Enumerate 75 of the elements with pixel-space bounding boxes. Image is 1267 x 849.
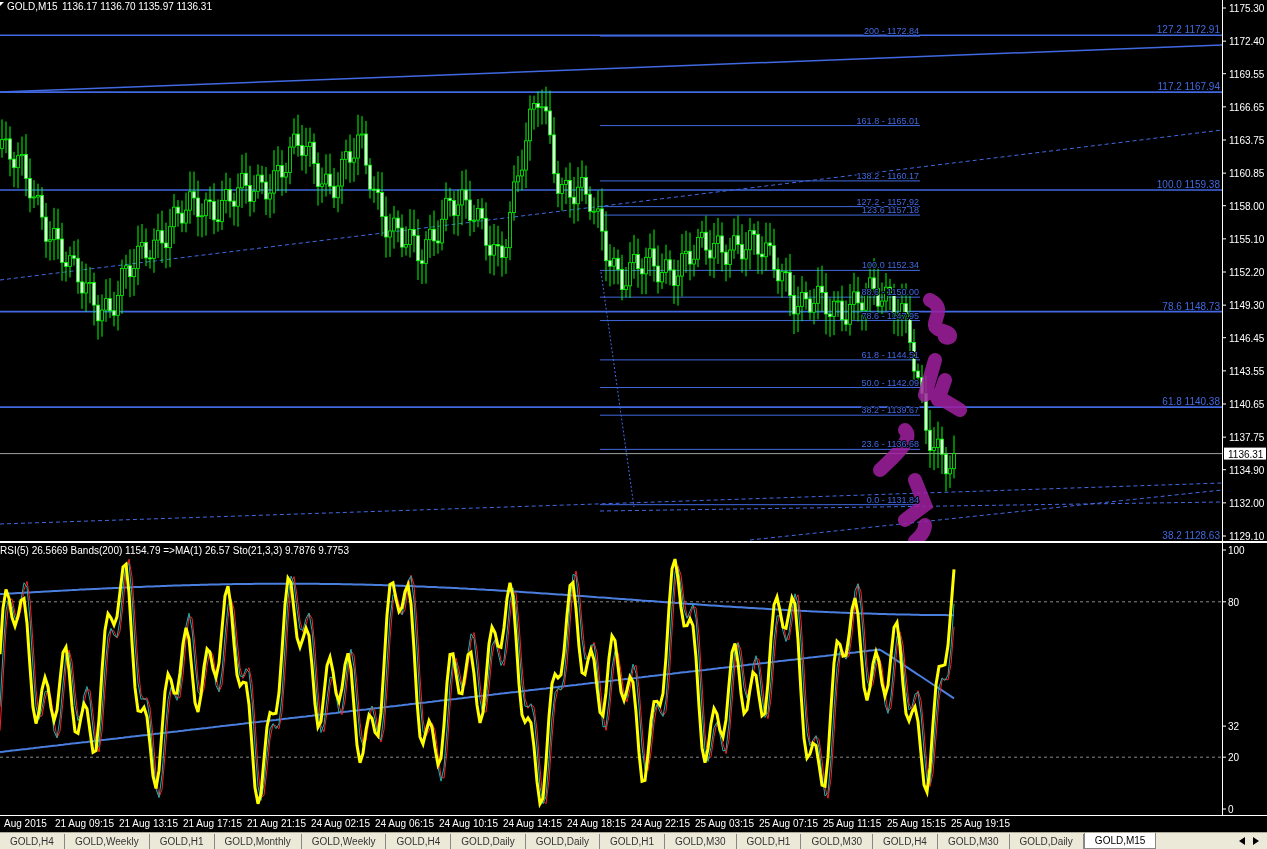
chart-tab[interactable]: GOLD,Monthly [214,834,302,849]
scroll-left-icon[interactable] [1239,837,1245,845]
chart-tab[interactable]: GOLD,Weekly [64,834,150,849]
level-label: 100.0 1159.38 [1156,178,1220,190]
chart-symbol: GOLD,M15 [7,1,58,12]
fibo-label: 38.2 - 1139.67 [861,405,919,416]
price-tick-label: 1160.85 [1229,168,1265,180]
fibo-label: 127.2 - 1157.92 [856,196,919,207]
price-tick-label: 1155.10 [1229,233,1265,245]
price-tick-label: 1158.00 [1229,200,1265,212]
time-tick-label: 21 Aug 17:15 [183,817,242,831]
chart-tab[interactable]: GOLD,Daily [1009,834,1084,849]
price-tick-label: 1129.10 [1229,531,1265,541]
time-tick-label: 24 Aug 06:15 [375,817,434,831]
time-tick-label: 24 Aug 22:15 [631,817,690,831]
time-tick-label: 21 Aug 13:15 [119,817,178,831]
price-tick-label: 1132.00 [1229,497,1265,509]
price-tick-label: 1149.30 [1229,300,1265,312]
chart-tab[interactable]: GOLD,H4 [873,834,938,849]
price-tick-label: 1143.55 [1229,365,1265,377]
time-tick-label: 25 Aug 15:15 [887,817,946,831]
indicator-legend: RSI(5) 26.5669 Bands(200) 1154.79 =>MA(1) 26.57 Sto(21,3,3) 9.7876 9.7753 [0,545,349,556]
price-tick-label: 1146.45 [1229,332,1265,344]
chart-tab[interactable]: GOLD,H1 [600,834,665,849]
time-tick-label: 21 Aug 09:15 [55,817,114,831]
price-tick-label: 1163.75 [1229,135,1265,146]
chart-tab[interactable]: GOLD,Daily [525,834,601,849]
chart-tab[interactable]: GOLD,H1 [149,834,215,849]
indicator-tick-label: 0 [1228,804,1234,815]
indicator-tick-label: 100 [1228,545,1245,556]
time-tick-label: 24 Aug 02:15 [311,817,370,831]
fibo-label: 200 - 1172.84 [864,26,919,37]
time-tick-label: 24 Aug 18:15 [567,817,626,831]
indicator-tick-label: 32 [1228,721,1240,733]
ohlc-quote: 1136.17 1136.70 1135.97 1136.31 [62,1,212,12]
corner-arrow-icon [0,2,4,6]
chart-tab[interactable]: GOLD,Weekly [301,834,387,849]
price-tick-label: 1137.75 [1229,432,1265,444]
level-label: 78.6 1148.73 [1162,300,1220,312]
level-label: 38.2 1128.63 [1162,530,1220,541]
time-tick-label: 25 Aug 07:15 [759,817,818,831]
level-label: 127.2 1172.91 [1156,24,1220,36]
level-label: 117.2 1167.94 [1157,81,1220,93]
indicator-tick-label: 80 [1228,596,1240,608]
current-price-label: 1136.31 [1224,447,1266,460]
fibo-label: 161.8 - 1165.01 [856,115,919,126]
price-tick-label: 1152.20 [1229,267,1265,278]
chart-tab[interactable]: GOLD,H1 [736,834,802,849]
time-tick-label: 21 Aug 21:15 [247,817,306,831]
level-label: 61.8 1140.38 [1162,396,1220,408]
fibo-label: 50.0 - 1142.09 [861,377,919,388]
chart-tab[interactable]: GOLD,Daily [451,834,526,849]
time-tick-label: 25 Aug 11:15 [823,817,882,831]
chart-tab[interactable]: GOLD,H4 [0,834,65,849]
price-tick-label: 1172.40 [1229,36,1265,48]
time-tick-label: 25 Aug 03:15 [695,817,754,831]
chart-tab[interactable]: GOLD,M15 [1083,833,1157,849]
indicator-tick-label: 20 [1228,752,1240,764]
price-tick-label: 1134.90 [1229,464,1265,476]
fibo-label: 123.6 1157.18 [862,205,919,216]
price-tick-label: 1166.65 [1229,101,1265,113]
fibo-label: 138.2 - 1160.17 [856,170,919,181]
time-tick-label: 25 Aug 19:15 [951,817,1010,831]
fibo-label: 100.0 1152.34 [862,260,919,271]
time-tick-label: Aug 2015 [4,817,47,831]
chart-tab[interactable]: GOLD,M30 [664,834,737,849]
price-tick-label: 1140.65 [1229,399,1265,410]
chart-tab[interactable]: GOLD,H4 [386,834,452,849]
price-tick-label: 1175.30 [1229,3,1265,14]
time-tick-label: 24 Aug 10:15 [439,817,498,831]
chart-tab[interactable]: GOLD,M30 [801,834,873,849]
price-tick-label: 1169.55 [1229,68,1265,80]
scroll-right-icon[interactable] [1253,837,1259,845]
time-tick-label: 24 Aug 14:15 [503,817,562,831]
chart-tab[interactable]: GOLD,M30 [937,834,1010,849]
